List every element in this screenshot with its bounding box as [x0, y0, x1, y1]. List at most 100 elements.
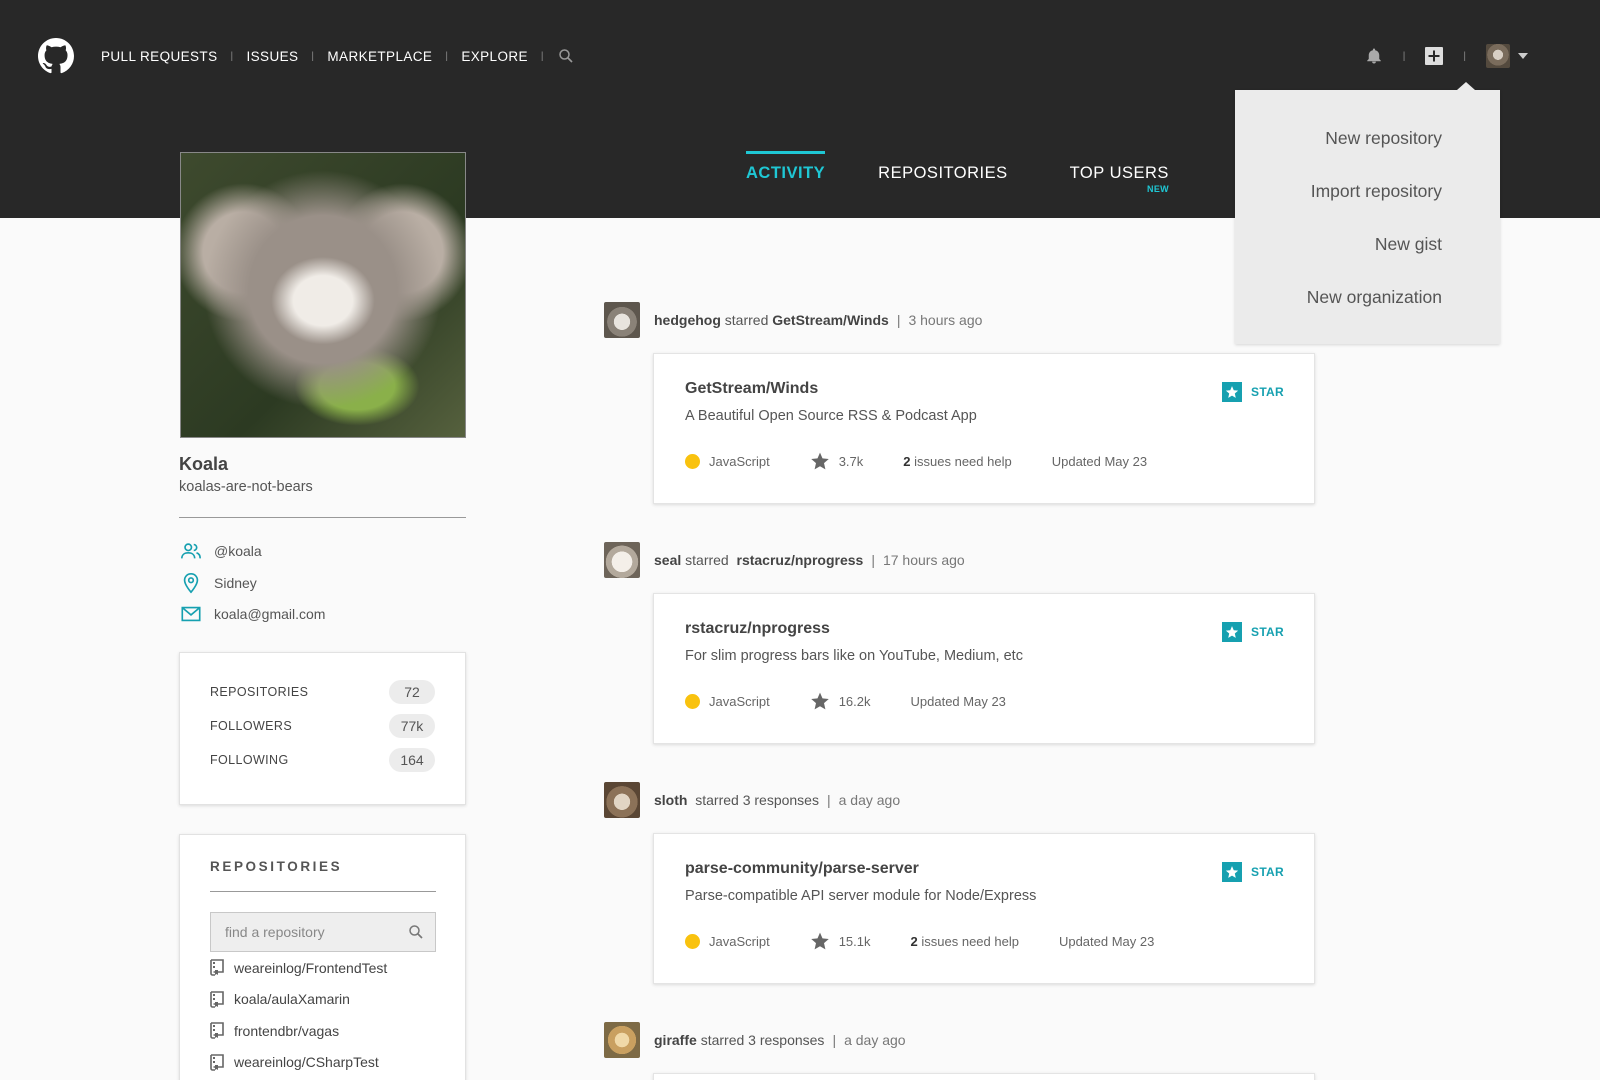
repo-issues[interactable]: 2 issues need help [911, 934, 1019, 949]
nav-separator: | [1463, 50, 1466, 62]
stat-label: FOLLOWERS [210, 719, 293, 733]
star-button[interactable]: STAR [1222, 622, 1284, 642]
repo-updated: Updated May 23 [910, 693, 1006, 709]
stat-count: 77k [389, 714, 435, 738]
main-nav: PULL REQUESTS | ISSUES | MARKETPLACE | E… [101, 47, 575, 65]
event-target[interactable]: rstacruz/nprogress [737, 552, 864, 568]
stats-card: REPOSITORIES 72 FOLLOWERS 77k FOLLOWING … [179, 652, 466, 805]
nav-separator: | [445, 50, 449, 62]
repositories-panel: REPOSITORIES find a repository weareinlo… [179, 834, 466, 1080]
repo-card-title[interactable]: parse-community/parse-server [685, 860, 1284, 878]
repo-card-meta: JavaScript 16.2k Updated May 23 [685, 691, 1284, 711]
issues-text: issues need help [914, 453, 1012, 469]
repo-card-title[interactable]: GetStream/Winds [685, 380, 1284, 398]
profile-handle[interactable]: @koala [214, 543, 262, 559]
repo-search-placeholder: find a repository [225, 924, 325, 940]
repositories-title: REPOSITORIES [210, 859, 343, 874]
star-icon [1222, 622, 1243, 642]
issues-count: 2 [910, 933, 918, 949]
tab-label: REPOSITORIES [878, 164, 1008, 182]
stat-repositories[interactable]: REPOSITORIES 72 [210, 675, 435, 709]
right-nav: | | [1365, 44, 1528, 68]
star-button[interactable]: STAR [1222, 862, 1284, 882]
repo-list-item[interactable]: koala/aulaXamarin [210, 984, 435, 1016]
chevron-down-icon[interactable] [1518, 53, 1528, 59]
avatar[interactable] [604, 782, 640, 818]
star-button[interactable]: STAR [1222, 382, 1284, 402]
nav-marketplace[interactable]: MARKETPLACE [327, 49, 432, 64]
event-action: starred [685, 552, 729, 568]
avatar[interactable] [604, 542, 640, 578]
activity-event-header: sloth starred 3 responses | a day ago [604, 782, 900, 818]
repo-issues[interactable]: 2 issues need help [903, 454, 1011, 469]
search-icon[interactable] [557, 47, 575, 65]
language-color-dot [685, 453, 700, 469]
location-pin-icon [183, 573, 199, 594]
nav-separator: | [311, 50, 315, 62]
menu-item-import-repository[interactable]: Import repository [1235, 165, 1500, 218]
event-user[interactable]: seal [654, 552, 681, 568]
event-time: a day ago [844, 1032, 906, 1048]
tab-activity[interactable]: ACTIVITY [746, 151, 826, 183]
star-label: STAR [1251, 865, 1284, 879]
language-color-dot [685, 693, 700, 709]
nav-pull-requests[interactable]: PULL REQUESTS [101, 49, 217, 64]
repo-list-item[interactable]: weareinlog/FrontendTest [210, 952, 435, 984]
star-icon [810, 452, 829, 470]
profile-photo [180, 152, 466, 438]
avatar[interactable] [604, 302, 640, 338]
tab-repositories[interactable]: REPOSITORIES [878, 151, 1007, 183]
stat-following[interactable]: FOLLOWING 164 [210, 743, 435, 777]
plus-square-icon[interactable] [1425, 47, 1444, 65]
star-icon [810, 692, 829, 710]
profile-tabs: ACTIVITY REPOSITORIES TOP USERS NEW [746, 151, 1169, 194]
star-icon [810, 932, 829, 950]
repo-card-meta: JavaScript 15.1k 2 issues need help Upda… [685, 931, 1284, 951]
repo-card: GetStream/Winds A Beautiful Open Source … [653, 353, 1315, 504]
menu-item-new-gist[interactable]: New gist [1235, 218, 1500, 271]
stat-followers[interactable]: FOLLOWERS 77k [210, 709, 435, 743]
activity-event-header: hedgehog starred GetStream/Winds | 3 hou… [604, 302, 982, 338]
repo-search-input[interactable]: find a repository [210, 912, 436, 952]
avatar[interactable] [604, 1022, 640, 1058]
profile-location: Sidney [214, 575, 257, 591]
event-user[interactable]: sloth [654, 792, 687, 808]
profile-email-row: koala@gmail.com [180, 603, 325, 625]
repo-list-item[interactable]: frontendbr/vagas [210, 1015, 435, 1047]
repo-name: weareinlog/CSharpTest [234, 1054, 379, 1071]
profile-email[interactable]: koala@gmail.com [214, 606, 325, 622]
event-action: starred [700, 1032, 745, 1048]
activity-event-header: seal starred rstacruz/nprogress | 17 hou… [604, 542, 965, 578]
event-target[interactable]: GetStream/Winds [772, 312, 889, 328]
menu-item-new-organization[interactable]: New organization [1235, 271, 1500, 324]
nav-explore[interactable]: EXPLORE [461, 49, 528, 64]
event-user[interactable]: giraffe [654, 1032, 697, 1048]
repo-card-title[interactable]: rstacruz/nprogress [685, 620, 1284, 638]
tab-label: TOP USERS [1069, 164, 1169, 182]
menu-item-new-repository[interactable]: New repository [1235, 112, 1500, 165]
github-logo-icon[interactable] [38, 38, 74, 74]
repo-stars: 16.2k [838, 693, 871, 709]
repo-list-item[interactable]: weareinlog/CSharpTest [210, 1047, 435, 1079]
activity-event-header: giraffe starred 3 responses | a day ago [604, 1022, 906, 1058]
nav-separator: | [540, 50, 544, 62]
repo-card-description: For slim progress bars like on YouTube, … [685, 648, 1023, 664]
star-icon [1222, 382, 1243, 402]
language-color-dot [685, 933, 700, 949]
repo-stars: 3.7k [838, 453, 864, 469]
tab-top-users[interactable]: TOP USERS NEW [1069, 151, 1169, 194]
repo-card: parse-community/parse-server Parse-compa… [653, 833, 1315, 984]
bell-icon[interactable] [1365, 47, 1383, 65]
event-target[interactable]: 3 responses [743, 792, 819, 808]
stat-label: REPOSITORIES [210, 685, 309, 699]
mail-icon [181, 606, 201, 622]
nav-issues[interactable]: ISSUES [246, 49, 298, 64]
user-avatar[interactable] [1486, 44, 1510, 68]
search-icon[interactable] [407, 923, 425, 941]
event-target[interactable]: 3 responses [748, 1032, 824, 1048]
issues-text: issues need help [921, 933, 1019, 949]
repo-stars: 15.1k [838, 933, 871, 949]
event-time: 17 hours ago [882, 552, 965, 568]
stat-label: FOLLOWING [210, 753, 289, 767]
event-user[interactable]: hedgehog [654, 312, 721, 328]
